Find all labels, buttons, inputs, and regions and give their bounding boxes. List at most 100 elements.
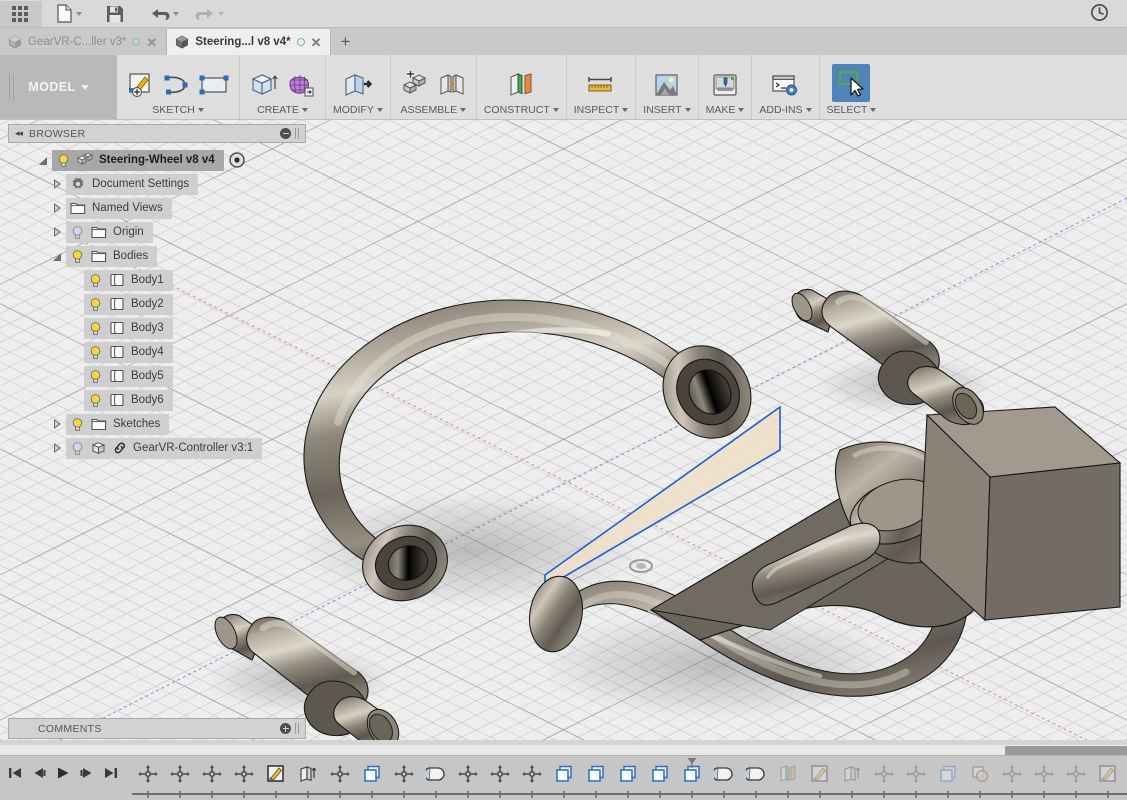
collapse-icon[interactable]: ◂◂ xyxy=(15,128,23,139)
timeline-step-back[interactable] xyxy=(28,761,50,785)
press-pull-tool[interactable] xyxy=(341,68,375,102)
minimize-icon[interactable] xyxy=(280,128,291,139)
timeline-feature-20[interactable] xyxy=(772,760,804,790)
tree-row-body5[interactable]: Body5 xyxy=(8,364,306,388)
target-icon[interactable] xyxy=(229,152,245,168)
measure-tool[interactable] xyxy=(584,68,618,102)
visibility-bulb-icon[interactable] xyxy=(70,249,85,264)
file-button[interactable] xyxy=(42,1,90,27)
timeline-track[interactable] xyxy=(132,758,1127,800)
timeline-feature-3[interactable] xyxy=(228,760,260,790)
tree-row-bodies[interactable]: Bodies xyxy=(8,244,306,268)
spline-tool[interactable] xyxy=(161,68,195,102)
select-tool[interactable] xyxy=(832,64,871,102)
timeline-feature-9[interactable] xyxy=(420,760,452,790)
timeline-feature-22[interactable] xyxy=(836,760,868,790)
timeline-feature-24[interactable] xyxy=(900,760,932,790)
expander-right-icon[interactable] xyxy=(48,419,66,429)
visibility-bulb-icon[interactable] xyxy=(70,441,85,456)
close-icon[interactable]: ✕ xyxy=(146,36,157,49)
timeline-feature-18[interactable] xyxy=(708,760,740,790)
app-grid-button[interactable] xyxy=(0,0,42,27)
ribbon-group-insert-label[interactable]: INSERT xyxy=(643,104,691,116)
3d-viewport[interactable]: ◂◂ BROWSER Steering-Wheel v8 v4 Document… xyxy=(0,120,1127,740)
ribbon-group-assemble-label[interactable]: ASSEMBLE xyxy=(401,104,467,116)
offset-plane-tool[interactable] xyxy=(504,68,538,102)
form-tool[interactable] xyxy=(284,68,318,102)
body-rect-block[interactable] xyxy=(919,406,1122,622)
visibility-bulb-icon[interactable] xyxy=(88,321,103,336)
tree-row-body6[interactable]: Body6 xyxy=(8,388,306,412)
expander-right-icon[interactable] xyxy=(48,179,66,189)
timeline-feature-4[interactable] xyxy=(260,760,292,790)
job-status-button[interactable] xyxy=(1090,3,1127,25)
expander-right-icon[interactable] xyxy=(48,203,66,213)
tree-row-document-settings[interactable]: Document Settings xyxy=(8,172,306,196)
timeline-feature-26[interactable] xyxy=(964,760,996,790)
tree-row-body2[interactable]: Body2 xyxy=(8,292,306,316)
timeline-feature-10[interactable] xyxy=(452,760,484,790)
timeline-go-start[interactable] xyxy=(4,761,26,785)
tree-row-named-views[interactable]: Named Views xyxy=(8,196,306,220)
timeline-feature-5[interactable] xyxy=(292,760,324,790)
extrude-tool[interactable] xyxy=(247,68,281,102)
new-tab-button[interactable]: + xyxy=(331,29,359,55)
timeline-feature-7[interactable] xyxy=(356,760,388,790)
ribbon-group-sketch-label[interactable]: SKETCH xyxy=(152,104,204,116)
timeline-feature-8[interactable] xyxy=(388,760,420,790)
timeline-step-forward[interactable] xyxy=(76,761,98,785)
workspace-switcher[interactable]: MODEL xyxy=(0,55,117,119)
new-component-tool[interactable] xyxy=(398,68,432,102)
tree-row-body1[interactable]: Body1 xyxy=(8,268,306,292)
tree-row-body3[interactable]: Body3 xyxy=(8,316,306,340)
panel-grip[interactable] xyxy=(295,128,299,139)
visibility-bulb-icon[interactable] xyxy=(88,345,103,360)
undo-button[interactable] xyxy=(136,1,187,27)
tree-row-origin[interactable]: Origin xyxy=(8,220,306,244)
timeline-feature-1[interactable] xyxy=(164,760,196,790)
timeline-feature-16[interactable] xyxy=(644,760,676,790)
timeline-feature-2[interactable] xyxy=(196,760,228,790)
timeline-playhead[interactable] xyxy=(685,758,699,768)
tree-row-body4[interactable]: Body4 xyxy=(8,340,306,364)
timeline-feature-12[interactable] xyxy=(516,760,548,790)
scroll-thumb[interactable] xyxy=(1005,746,1127,755)
ribbon-group-modify-label[interactable]: MODIFY xyxy=(333,104,383,116)
insert-mesh-tool[interactable] xyxy=(650,68,684,102)
visibility-bulb-icon[interactable] xyxy=(56,153,71,168)
save-button[interactable] xyxy=(90,1,136,27)
create-sketch-tool[interactable] xyxy=(124,68,158,102)
expander-right-icon[interactable] xyxy=(48,227,66,237)
tree-row-sketches[interactable]: Sketches xyxy=(8,412,306,436)
tree-row-root[interactable]: Steering-Wheel v8 v4 xyxy=(8,148,306,172)
timeline-feature-28[interactable] xyxy=(1028,760,1060,790)
timeline-go-end[interactable] xyxy=(100,761,122,785)
expander-down-icon[interactable] xyxy=(34,156,52,165)
comments-panel[interactable]: COMMENTS xyxy=(8,718,306,739)
visibility-bulb-icon[interactable] xyxy=(88,369,103,384)
visibility-bulb-icon[interactable] xyxy=(88,273,103,288)
expander-right-icon[interactable] xyxy=(48,443,66,453)
joint-tool[interactable] xyxy=(435,68,469,102)
ribbon-group-addins-label[interactable]: ADD-INS xyxy=(759,104,812,116)
timeline-feature-29[interactable] xyxy=(1060,760,1092,790)
horizontal-scrollbar[interactable] xyxy=(0,744,1127,755)
expander-down-icon[interactable] xyxy=(48,252,66,261)
visibility-bulb-icon[interactable] xyxy=(70,417,85,432)
tree-row-gearvr-controller[interactable]: GearVR-Controller v3:1 xyxy=(8,436,306,460)
timeline-feature-30[interactable] xyxy=(1092,760,1124,790)
ribbon-group-create-label[interactable]: CREATE xyxy=(257,104,308,116)
visibility-bulb-icon[interactable] xyxy=(70,225,85,240)
timeline-play[interactable] xyxy=(52,761,74,785)
timeline-feature-13[interactable] xyxy=(548,760,580,790)
timeline-feature-21[interactable] xyxy=(804,760,836,790)
timeline-feature-15[interactable] xyxy=(612,760,644,790)
ribbon-group-inspect-label[interactable]: INSPECT xyxy=(574,104,629,116)
panel-grip[interactable] xyxy=(295,723,299,734)
scripts-addins-tool[interactable] xyxy=(768,68,802,102)
add-comment-icon[interactable] xyxy=(280,723,291,734)
ribbon-group-select-label[interactable]: SELECT xyxy=(827,104,877,116)
timeline-feature-19[interactable] xyxy=(740,760,772,790)
close-icon[interactable]: ✕ xyxy=(311,36,322,49)
visibility-bulb-icon[interactable] xyxy=(88,297,103,312)
